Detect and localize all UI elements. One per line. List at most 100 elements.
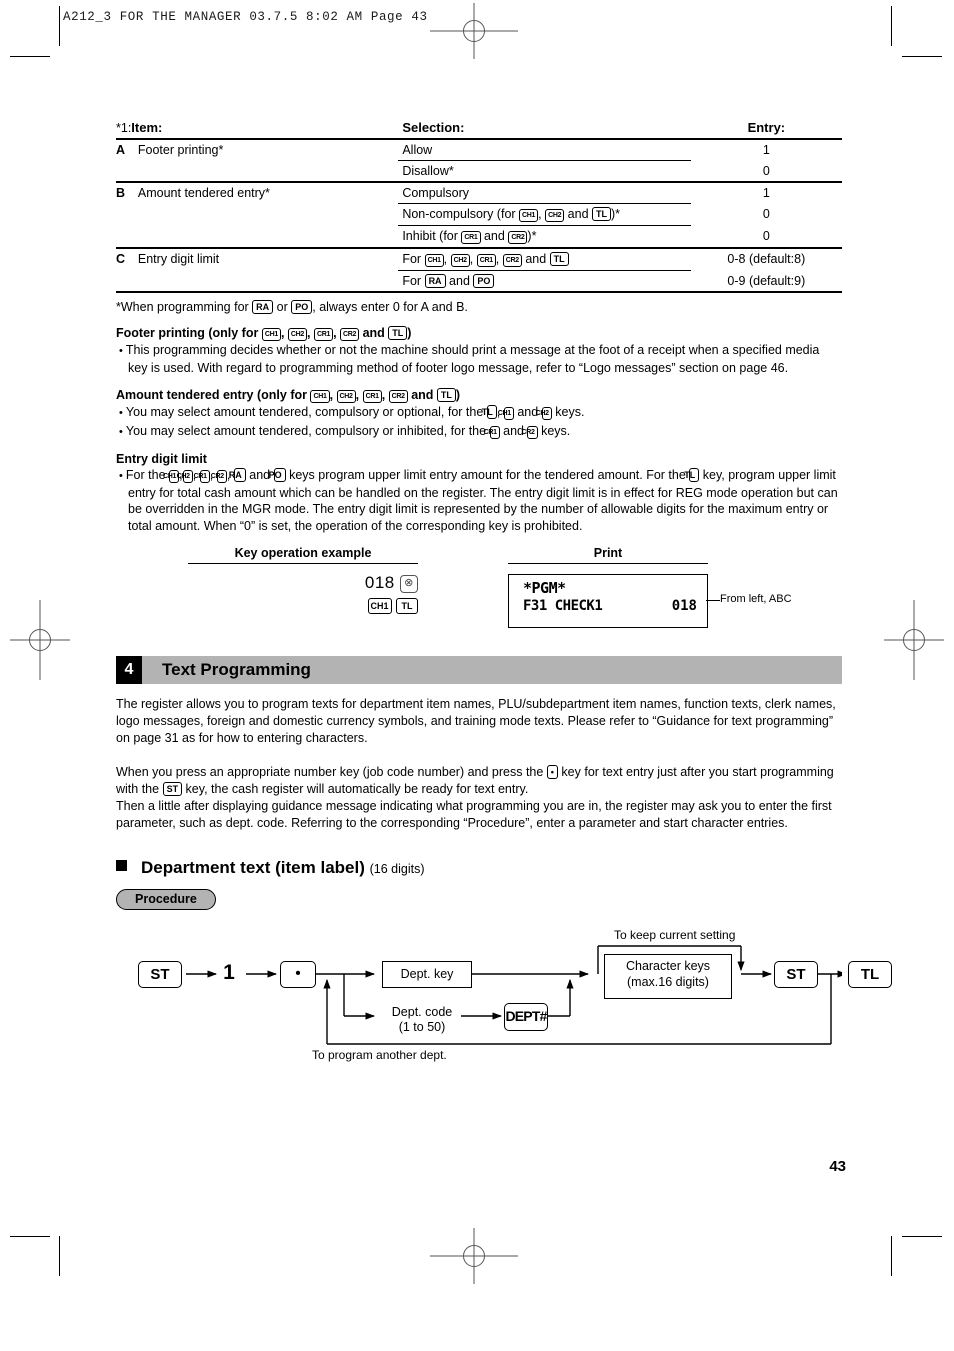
- flow-node-dept-code: Dept. code (1 to 50): [382, 1005, 462, 1035]
- key-cr1-icon: CR1: [313, 328, 334, 341]
- department-text-flow-diagram: ST 1 • Dept. key Dept. code (1 to 50) DE…: [116, 924, 892, 1064]
- page-number: 43: [829, 1158, 846, 1175]
- key-cr2-icon: CR2: [388, 390, 408, 403]
- key-cr1-icon: CR1: [476, 254, 496, 267]
- receipt-line-value: 018: [671, 598, 697, 614]
- key-cr2-icon: CR2: [211, 470, 227, 483]
- registration-mark-right: [884, 600, 944, 680]
- key-ch1: CH1: [367, 598, 392, 614]
- flow-node-character-keys-line2: (max.16 digits): [627, 975, 709, 989]
- key-cr1-icon: CR1: [484, 425, 500, 439]
- table-row: C Entry digit limit For CH1, CH2, CR1, CR2…: [116, 247, 842, 292]
- row-selection: For CH1, CH2, CR1, CR2 and TL: [398, 247, 691, 271]
- key-ch1-icon: CH1: [424, 254, 444, 267]
- key-ch1-icon: CH1: [498, 407, 514, 420]
- crop-mark-top-left-horizontal: [10, 56, 50, 58]
- key-po-icon: PO: [473, 274, 495, 288]
- bullet-square-icon: [116, 860, 127, 871]
- key-ra-icon: RA: [252, 300, 274, 314]
- row-selection: Inhibit (for CR1 and CR2)*: [398, 225, 691, 248]
- key-tl-icon: TL: [684, 468, 700, 482]
- section-title: Text Programming: [162, 660, 311, 679]
- bullet-dot-icon: •: [119, 425, 126, 438]
- row-letter: C: [116, 247, 138, 292]
- key-ch1-icon: CH1: [261, 328, 281, 341]
- key-ch2-icon: CH2: [536, 407, 552, 420]
- key-tl-icon: TL: [549, 252, 569, 266]
- table-bottom-rule: [116, 291, 842, 294]
- table-row: A Footer printing* Allow 1: [116, 138, 842, 182]
- row-item-name: Footer printing*: [137, 138, 399, 182]
- column-header-entry: Entry:: [747, 120, 786, 135]
- key-tl-icon: TL: [388, 326, 408, 340]
- crop-mark-top-left-vertical: [59, 6, 61, 46]
- department-text-heading-suffix: (16 digits): [369, 862, 425, 876]
- key-operation-sequence: 018 ⊗ CH1 TL: [306, 573, 418, 614]
- row-entry-value: 0: [762, 228, 770, 243]
- table-header-row: *1:Item: Selection: Entry:: [116, 120, 842, 139]
- row-entry-value: 0: [762, 163, 770, 178]
- row-item-name: Amount tendered entry*: [137, 181, 399, 248]
- text-programming-intro: The register allows you to program texts…: [116, 697, 836, 745]
- row-selection: Disallow*: [398, 160, 691, 182]
- row-entry-value: 1: [690, 138, 842, 161]
- registration-mark-left: [10, 600, 70, 680]
- print-heading: Print: [508, 546, 708, 564]
- key-cr1-icon: CR1: [194, 470, 210, 483]
- key-op-amount: 018: [364, 573, 395, 592]
- subsection-heading: Amount tendered entry (only for CH1, CH2…: [116, 388, 461, 403]
- row-entry-value: 0-9 (default:9): [727, 273, 806, 288]
- row-letter: B: [116, 181, 138, 248]
- flow-node-tl-end: TL: [848, 961, 892, 988]
- key-cr1-icon: CR1: [362, 390, 382, 403]
- flow-node-decimal-key: •: [280, 961, 316, 988]
- example-and-print-row: Key operation example Print 018 ⊗ CH1 TL…: [116, 546, 842, 636]
- crop-mark-bottom-right-horizontal: [902, 1236, 942, 1238]
- receipt-line-function: F31 CHECK1: [523, 598, 603, 614]
- row-item-name: Entry digit limit: [137, 247, 399, 292]
- text-programming-body-2: Then a little after displaying guidance …: [116, 799, 832, 830]
- row-entry-value: 0: [762, 206, 770, 221]
- key-ch2-icon: CH2: [177, 470, 193, 483]
- key-cr2-icon: CR2: [508, 231, 528, 244]
- key-st-icon: ST: [162, 782, 183, 796]
- key-ch2-icon: CH2: [545, 209, 565, 222]
- key-cr2-icon: CR2: [340, 328, 360, 341]
- text-programming-body-1: When you press an appropriate number key…: [116, 765, 834, 796]
- key-po-icon: PO: [269, 468, 286, 482]
- row-selection: Compulsory: [398, 181, 691, 204]
- row-entry-value: 0-8 (default:8): [690, 247, 842, 271]
- key-ch2-icon: CH2: [450, 254, 470, 267]
- crop-mark-top-right-horizontal: [902, 56, 942, 58]
- print-slug: A212_3 FOR THE MANAGER 03.7.5 8:02 AM Pa…: [63, 10, 428, 24]
- key-operation-example-heading: Key operation example: [188, 546, 418, 564]
- subsection-bullet: • For the CH1,CH2, CR1, CR2, RA and PO k…: [119, 468, 838, 533]
- section-banner-text-programming: 4 Text Programming: [116, 656, 842, 684]
- page-content: *1:Item: Selection: Entry: A Footer print…: [116, 120, 892, 1064]
- flow-node-one: 1: [223, 961, 235, 984]
- parameter-spec-table: *1:Item: Selection: Entry: A Footer print…: [116, 120, 842, 294]
- key-ra-icon: RA: [229, 468, 246, 482]
- multiply-key-icon: ⊗: [400, 575, 418, 593]
- spec-table-body: A Footer printing* Allow 1 Disallow* 0 B Amount…: [116, 138, 842, 294]
- subsection-heading: Footer printing (only for CH1, CH2, CR1,…: [116, 326, 412, 341]
- key-ch1-icon: CH1: [519, 209, 539, 222]
- receipt-line-pgm: *PGM*: [523, 579, 566, 597]
- department-text-heading-main: Department text (item label): [141, 858, 365, 877]
- flow-node-deptnum-key: DEPT#: [504, 1003, 548, 1031]
- key-tl-icon: TL: [436, 388, 456, 402]
- crop-mark-top-right-vertical: [891, 6, 893, 46]
- key-ch2-icon: CH2: [336, 390, 356, 403]
- row-entry-value: 1: [690, 181, 842, 204]
- subsection-heading: Entry digit limit: [116, 452, 207, 466]
- key-cr2-icon: CR2: [521, 425, 538, 439]
- key-ch1-icon: CH1: [310, 390, 330, 403]
- key-tl-icon: TL: [592, 207, 612, 221]
- crop-mark-bottom-left-horizontal: [10, 1236, 50, 1238]
- flow-label-keep-current-setting: To keep current setting: [614, 928, 736, 942]
- column-header-selection: Selection:: [402, 120, 465, 135]
- bullet-dot-icon: •: [119, 470, 126, 482]
- annotation-leader-line: [706, 600, 720, 602]
- row-selection: Allow: [398, 138, 691, 161]
- registration-mark-top: [430, 3, 518, 59]
